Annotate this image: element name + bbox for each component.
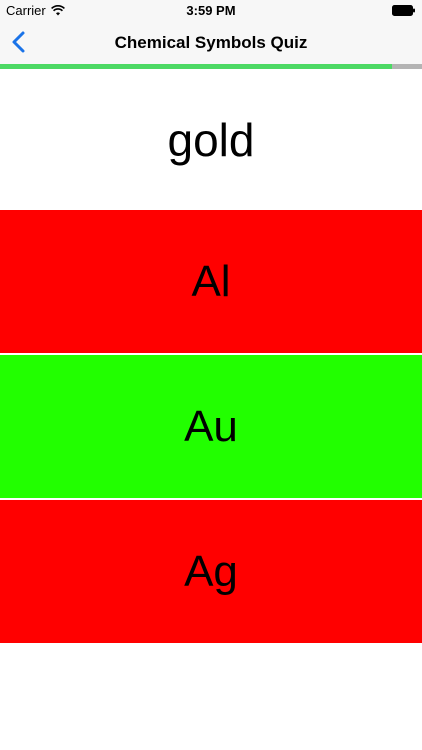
answer-label: Ag — [184, 546, 238, 596]
answer-button-2[interactable]: Au — [0, 355, 422, 500]
question-text: gold — [167, 113, 255, 166]
answer-list: Al Au Ag — [0, 210, 422, 645]
answer-label: Al — [191, 256, 231, 306]
quiz-screen: Carrier 3:59 PM Chemical Symbols Quiz go… — [0, 0, 422, 750]
question-area: gold — [0, 69, 422, 210]
answer-button-1[interactable]: Al — [0, 210, 422, 355]
nav-title: Chemical Symbols Quiz — [114, 33, 308, 52]
status-bar: Carrier 3:59 PM — [0, 0, 422, 20]
battery-icon — [392, 5, 415, 16]
status-time: 3:59 PM — [186, 3, 236, 18]
answer-button-3[interactable]: Ag — [0, 500, 422, 645]
answer-label: Au — [184, 401, 238, 451]
navigation-bar: Chemical Symbols Quiz — [0, 20, 422, 64]
